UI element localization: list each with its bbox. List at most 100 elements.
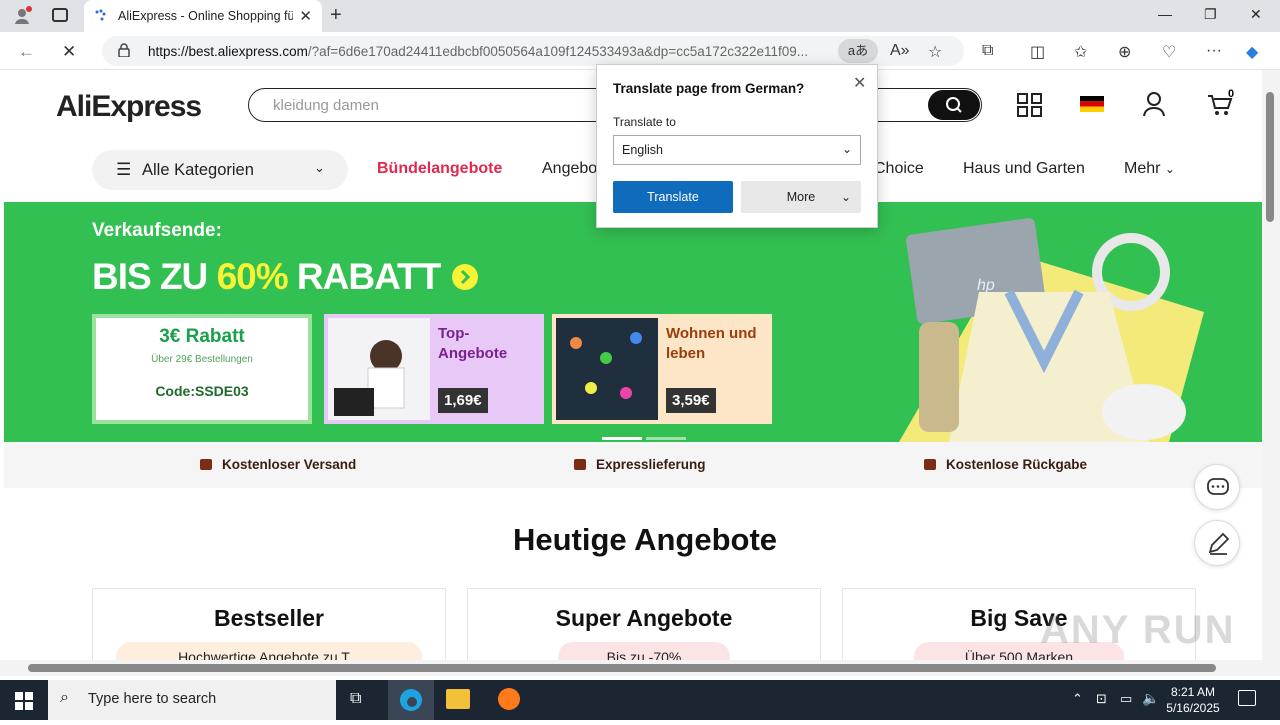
chevron-down-icon: ⌄	[1164, 162, 1175, 176]
coupon-subtitle: Über 29€ Bestellungen	[151, 354, 253, 365]
network-icon[interactable]: ⊡	[1096, 691, 1107, 707]
super-deals-box[interactable]: Super Angebote Bis zu -70%	[467, 588, 821, 660]
coupon-card[interactable]: 3€ Rabatt Über 29€ Bestellungen Code:SSD…	[92, 314, 312, 424]
back-icon[interactable]: ←	[18, 42, 35, 62]
new-tab-icon[interactable]: +	[330, 4, 342, 27]
string-lights-image	[556, 318, 658, 420]
search-icon	[946, 97, 962, 113]
taskbar-search[interactable]: ⌕ Type here to search	[48, 680, 336, 720]
performance-icon[interactable]: ♡	[1162, 42, 1176, 62]
germany-flag-icon[interactable]	[1080, 96, 1104, 112]
restore-icon[interactable]: ❐	[1204, 6, 1217, 23]
carousel-dot[interactable]	[602, 437, 642, 440]
coupon-title: 3€ Rabatt	[159, 326, 245, 347]
qr-code-icon[interactable]	[1016, 92, 1044, 118]
nav-more-label: Mehr	[1124, 160, 1161, 177]
home-living-title: Wohnen und leben	[666, 325, 757, 362]
horizontal-scroll-thumb[interactable]	[28, 664, 1216, 672]
firefox-icon[interactable]	[498, 688, 520, 710]
promo-banner[interactable]: Verkaufsende: BIS ZU 60% RABATT 3€ Rabat…	[4, 202, 1262, 442]
favorites-icon[interactable]: ✩	[1074, 42, 1087, 62]
taskbar-clock[interactable]: 8:21 AM 5/16/2025	[1162, 684, 1224, 716]
vertical-scroll-thumb[interactable]	[1266, 92, 1274, 222]
box-pill[interactable]: Bis zu -70%	[558, 642, 730, 660]
account-icon[interactable]	[1142, 90, 1166, 118]
top-deals-price: 1,69€	[438, 388, 488, 413]
settings-more-icon[interactable]: ···	[1206, 42, 1222, 60]
home-living-card[interactable]: Wohnen und leben 3,59€	[552, 314, 772, 424]
file-explorer-icon[interactable]	[446, 689, 470, 709]
arrow-right-icon[interactable]	[450, 262, 480, 292]
nav-choice[interactable]: Choice	[874, 160, 924, 178]
edge-icon	[400, 689, 422, 711]
nav-bundle-deals[interactable]: Bündelangebote	[377, 160, 502, 178]
top-deals-card[interactable]: Top-Angebote 1,69€	[324, 314, 544, 424]
profile-icon[interactable]	[12, 6, 32, 26]
notifications-icon[interactable]	[1238, 690, 1256, 706]
close-window-icon[interactable]: ✕	[1250, 6, 1262, 23]
split-screen-icon[interactable]: ◫	[1030, 42, 1045, 62]
stop-loading-icon[interactable]: ✕	[62, 42, 76, 62]
read-aloud-icon[interactable]: A»	[890, 42, 910, 60]
chevron-down-icon: ⌄	[314, 160, 325, 175]
task-view-icon[interactable]: ⧉	[350, 690, 361, 708]
selected-language: English	[622, 143, 663, 157]
all-categories-label: Alle Kategorien	[142, 160, 254, 179]
tab-close-icon[interactable]: ✕	[299, 7, 312, 25]
chevron-up-icon[interactable]: ⌃	[1072, 691, 1083, 707]
nav-home-garden[interactable]: Haus und Garten	[963, 160, 1085, 178]
bestseller-box[interactable]: Bestseller Hochwertige Angebote zu T...	[92, 588, 446, 660]
chat-button[interactable]	[1194, 464, 1240, 510]
feedback-button[interactable]	[1194, 520, 1240, 566]
volume-icon[interactable]: 🔈	[1142, 690, 1159, 707]
home-living-price: 3,59€	[666, 388, 716, 413]
box-title: Bestseller	[214, 605, 324, 631]
url-host: https://best.aliexpress.com	[148, 43, 308, 59]
all-categories-button[interactable]: ☰ Alle Kategorien ⌄	[92, 150, 348, 190]
windows-start-icon[interactable]	[15, 692, 33, 710]
lock-icon[interactable]	[118, 43, 130, 57]
tab-actions-icon[interactable]	[52, 8, 68, 22]
translate-icon[interactable]: aあ	[838, 39, 878, 63]
vertical-scrollbar[interactable]	[1262, 70, 1280, 660]
wifi-icon[interactable]: ▭	[1120, 691, 1132, 707]
more-button[interactable]: More ⌄	[741, 181, 861, 213]
horizontal-scrollbar[interactable]	[0, 660, 1280, 676]
loading-icon	[95, 9, 106, 21]
edge-taskbar-icon[interactable]	[388, 680, 434, 720]
box-pill[interactable]: Hochwertige Angebote zu T...	[116, 642, 422, 660]
carousel-dot[interactable]	[646, 437, 686, 440]
language-select[interactable]: English ⌄	[613, 135, 861, 165]
extensions-icon[interactable]: ⧉	[982, 42, 993, 60]
free-shipping-label: Kostenloser Versand	[222, 457, 357, 472]
pencil-icon	[1208, 532, 1230, 555]
chevron-down-icon: ⌄	[840, 190, 851, 204]
tab-aliexpress[interactable]: AliExpress - Online Shopping für ✕	[84, 0, 322, 32]
clock-time: 8:21 AM	[1170, 685, 1216, 699]
nav-more[interactable]: Mehr ⌄	[1124, 160, 1175, 178]
coupon-code: Code:SSDE03	[155, 383, 249, 399]
tab-strip: AliExpress - Online Shopping für ✕ + — ❐…	[0, 0, 1280, 32]
headline-part-a: BIS ZU	[92, 256, 217, 297]
box-icon	[574, 459, 586, 470]
windows-taskbar: ⌕ Type here to search ⧉ ⌃ ⊡ ▭ 🔈 8:21 AM …	[0, 680, 1280, 720]
favorite-star-icon[interactable]: ☆	[928, 42, 942, 62]
benefits-strip: Kostenloser Versand Expresslieferung Kos…	[4, 442, 1262, 488]
nav-deals[interactable]: Angebo	[542, 160, 597, 178]
close-icon[interactable]: ✕	[853, 73, 866, 93]
address-field[interactable]: https://best.aliexpress.com/?af=6d6e170a…	[102, 36, 964, 66]
search-button[interactable]	[928, 90, 980, 120]
collections-icon[interactable]: ⊕	[1118, 42, 1131, 62]
truck-icon	[200, 459, 212, 470]
more-button-label: More	[786, 190, 816, 204]
kids-drawing-tablet-image	[328, 318, 430, 420]
aliexpress-logo[interactable]: AliExpress	[56, 90, 202, 124]
free-returns: Kostenlose Rückgabe	[924, 457, 1087, 472]
free-shipping: Kostenloser Versand	[200, 457, 356, 472]
translate-button[interactable]: Translate	[613, 181, 733, 213]
cart-count: 0	[1228, 88, 1235, 100]
chat-bubble-icon	[1207, 478, 1229, 495]
copilot-icon[interactable]: ◆	[1246, 42, 1258, 62]
minimize-icon[interactable]: —	[1158, 6, 1172, 22]
top-deals-title: Top-Angebote	[438, 325, 508, 362]
